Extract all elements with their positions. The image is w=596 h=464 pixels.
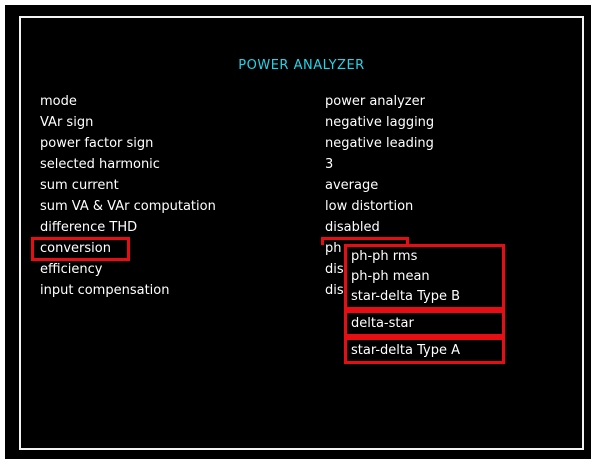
dropdown-option-group-star-delta-a: star-delta Type A <box>344 337 505 364</box>
dropdown-option-delta-star[interactable]: delta-star <box>351 313 498 334</box>
setting-label-difference-thd[interactable]: difference THD <box>40 217 216 238</box>
dropdown-option-ph-ph-rms[interactable]: ph-ph rms <box>351 247 498 267</box>
conversion-label-highlight <box>31 237 130 261</box>
setting-value-var-sign[interactable]: negative lagging <box>325 112 434 133</box>
setting-label-power-factor-sign[interactable]: power factor sign <box>40 133 216 154</box>
dropdown-option-group-delta-star: delta-star <box>344 310 505 337</box>
setting-label-input-compensation[interactable]: input compensation <box>40 280 216 301</box>
dropdown-option-group-phase: ph-ph rms ph-ph mean star-delta Type B <box>344 244 505 310</box>
dropdown-option-star-delta-type-a[interactable]: star-delta Type A <box>351 340 498 361</box>
setting-value-mode[interactable]: power analyzer <box>325 91 434 112</box>
conversion-dropdown[interactable]: ph-ph rms ph-ph mean star-delta Type B d… <box>344 244 505 364</box>
setting-value-power-factor-sign[interactable]: negative leading <box>325 133 434 154</box>
setting-label-efficiency[interactable]: efficiency <box>40 259 216 280</box>
setting-label-selected-harmonic[interactable]: selected harmonic <box>40 154 216 175</box>
setting-value-difference-thd[interactable]: disabled <box>325 217 434 238</box>
setting-value-efficiency[interactable]: dis <box>325 259 345 280</box>
dropdown-option-ph-ph-mean[interactable]: ph-ph mean <box>351 267 498 287</box>
setting-value-selected-harmonic[interactable]: 3 <box>325 154 434 175</box>
setting-label-mode[interactable]: mode <box>40 91 216 112</box>
dropdown-option-star-delta-type-b[interactable]: star-delta Type B <box>351 287 498 307</box>
setting-label-sum-va-var-computation[interactable]: sum VA & VAr computation <box>40 196 216 217</box>
screen-title: POWER ANALYZER <box>238 58 365 73</box>
setting-label-var-sign[interactable]: VAr sign <box>40 112 216 133</box>
setting-value-sum-current[interactable]: average <box>325 175 434 196</box>
setting-value-input-compensation[interactable]: dis <box>325 280 345 301</box>
setting-value-sum-va-var-computation[interactable]: low distortion <box>325 196 434 217</box>
setting-label-sum-current[interactable]: sum current <box>40 175 216 196</box>
settings-labels: mode VAr sign power factor sign selected… <box>40 91 216 301</box>
